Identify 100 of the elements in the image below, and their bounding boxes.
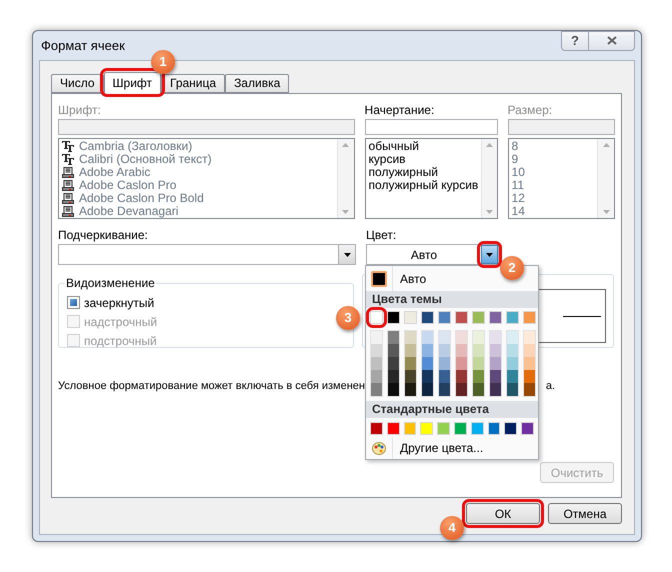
color-swatch[interactable]: [524, 357, 535, 370]
font-style-field[interactable]: [364, 119, 498, 135]
color-swatch[interactable]: [422, 331, 433, 344]
color-swatch[interactable]: [422, 370, 433, 383]
color-swatch[interactable]: [422, 383, 433, 396]
color-swatch[interactable]: [470, 422, 484, 435]
color-swatch[interactable]: [405, 331, 416, 344]
color-swatch[interactable]: [490, 357, 501, 370]
color-swatch[interactable]: [439, 344, 450, 357]
color-swatch[interactable]: [456, 344, 467, 357]
color-swatch[interactable]: [371, 331, 382, 344]
color-swatch[interactable]: [507, 383, 518, 396]
color-swatch[interactable]: [490, 383, 501, 396]
scroll-down-icon[interactable]: [486, 210, 493, 214]
field-label: Цвет:: [366, 227, 398, 243]
dropdown-button[interactable]: [481, 245, 498, 264]
color-swatch[interactable]: [506, 311, 519, 324]
color-swatch[interactable]: [524, 344, 535, 357]
color-swatch[interactable]: [438, 311, 451, 324]
tab[interactable]: Шрифт: [104, 72, 161, 94]
font-name-field[interactable]: [58, 119, 355, 135]
color-swatch[interactable]: [473, 370, 484, 383]
color-swatch[interactable]: [473, 344, 484, 357]
truetype-icon: [62, 154, 74, 165]
color-swatch[interactable]: [370, 422, 383, 435]
color-swatch[interactable]: [472, 311, 485, 324]
color-swatch[interactable]: [405, 357, 416, 370]
color-swatch[interactable]: [489, 311, 502, 324]
color-swatch[interactable]: [371, 344, 382, 357]
color-swatch[interactable]: [405, 344, 416, 357]
color-swatch[interactable]: [439, 357, 450, 370]
printer-font-icon: [62, 206, 74, 217]
color-swatch[interactable]: [439, 331, 450, 344]
color-swatch[interactable]: [454, 422, 467, 435]
color-swatch[interactable]: [488, 422, 500, 435]
color-swatch[interactable]: [455, 311, 468, 324]
color-swatch[interactable]: [521, 422, 534, 435]
font-size-field[interactable]: [508, 119, 615, 135]
color-swatch[interactable]: [371, 270, 387, 286]
more-colors-option[interactable]: Другие цвета...: [400, 439, 484, 457]
underline-dropdown[interactable]: [58, 244, 356, 265]
tab[interactable]: Граница: [161, 74, 226, 93]
tab[interactable]: Число: [51, 74, 104, 93]
color-swatch[interactable]: [490, 370, 501, 383]
color-swatch[interactable]: [386, 422, 400, 435]
color-swatch[interactable]: [421, 311, 434, 324]
color-swatch[interactable]: [490, 331, 501, 344]
color-swatch[interactable]: [388, 344, 399, 357]
color-swatch[interactable]: [437, 422, 450, 435]
color-swatch[interactable]: [405, 383, 416, 396]
color-swatch[interactable]: [370, 311, 383, 324]
dropdown-arrow-icon: [344, 252, 350, 256]
info-text: а.: [546, 379, 555, 394]
color-swatch[interactable]: [405, 370, 416, 383]
color-swatch[interactable]: [404, 422, 416, 435]
color-swatch[interactable]: [507, 331, 518, 344]
font-style-item[interactable]: полужирный курсив: [368, 179, 478, 192]
tab[interactable]: Заливка: [225, 74, 290, 93]
font-style-item[interactable]: полужирный: [368, 166, 478, 179]
field-label: Начертание:: [364, 102, 436, 118]
checkbox[interactable]: [67, 296, 80, 309]
color-swatch[interactable]: [371, 370, 382, 383]
font-style-item[interactable]: обычный: [368, 140, 478, 153]
color-swatch[interactable]: [387, 311, 400, 324]
color-swatch[interactable]: [388, 383, 399, 396]
color-swatch[interactable]: [388, 331, 399, 344]
color-swatch[interactable]: [388, 370, 399, 383]
color-swatch[interactable]: [473, 383, 484, 396]
color-swatch[interactable]: [456, 370, 467, 383]
color-swatch[interactable]: [524, 331, 535, 344]
color-swatch[interactable]: [524, 370, 535, 383]
help-button[interactable]: ?: [561, 30, 589, 50]
color-swatch[interactable]: [490, 344, 501, 357]
color-swatch[interactable]: [473, 331, 484, 344]
color-swatch[interactable]: [524, 383, 535, 396]
font-style-list[interactable]: обычный курсив полужирный полужирный курсив: [364, 138, 498, 219]
font-style-item[interactable]: курсив: [368, 153, 478, 166]
color-swatch[interactable]: [439, 370, 450, 383]
color-swatch[interactable]: [473, 357, 484, 370]
color-swatch[interactable]: [388, 357, 399, 370]
color-swatch[interactable]: [456, 383, 467, 396]
color-swatch[interactable]: [422, 344, 433, 357]
color-swatch[interactable]: [507, 344, 518, 357]
dialog-button[interactable]: Отмена: [548, 503, 622, 524]
close-button[interactable]: [589, 30, 635, 50]
color-swatch[interactable]: [507, 370, 518, 383]
color-swatch[interactable]: [507, 357, 518, 370]
color-swatch[interactable]: [523, 311, 536, 324]
dialog-button[interactable]: ОК: [466, 503, 540, 524]
scroll-up-icon[interactable]: [486, 143, 493, 147]
color-swatch[interactable]: [404, 311, 417, 324]
step-badge: 4: [440, 516, 464, 540]
color-swatch[interactable]: [420, 422, 434, 435]
color-swatch[interactable]: [422, 357, 433, 370]
color-swatch[interactable]: [371, 383, 382, 396]
color-swatch[interactable]: [456, 331, 467, 344]
color-swatch[interactable]: [504, 422, 518, 435]
color-swatch[interactable]: [439, 383, 450, 396]
color-swatch[interactable]: [456, 357, 467, 370]
color-swatch[interactable]: [371, 357, 382, 370]
